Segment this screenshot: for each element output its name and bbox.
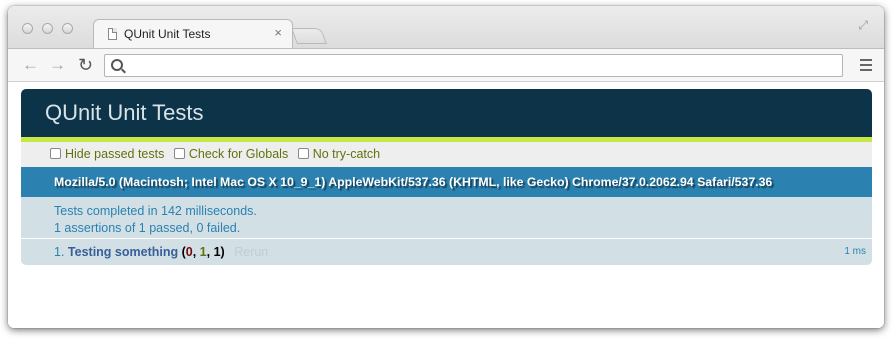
test-number: 1. [54, 245, 65, 259]
address-bar[interactable] [104, 54, 843, 77]
completion-time-text: Tests completed in 142 milliseconds. [54, 204, 257, 218]
no-try-catch-option[interactable]: No try-catch [297, 147, 380, 161]
hide-passed-option[interactable]: Hide passed tests [50, 147, 164, 161]
page-title[interactable]: QUnit Unit Tests [45, 100, 204, 125]
title-bar: QUnit Unit Tests × ⤢ [8, 6, 884, 49]
hide-passed-checkbox[interactable] [50, 148, 61, 159]
tab-title: QUnit Unit Tests [124, 27, 211, 41]
test-counts: (0, 1, 1) [181, 245, 225, 259]
browser-window: QUnit Unit Tests × ⤢ ← → ↻ QUnit Unit Te… [8, 6, 884, 328]
forward-arrow-icon[interactable]: → [49, 55, 66, 75]
test-runtime: 1 ms [844, 246, 866, 257]
failed-count: 0 [185, 245, 193, 259]
user-agent-banner: Mozilla/5.0 (Macintosh; Intel Mac OS X 1… [21, 167, 872, 197]
rerun-link[interactable]: Rerun [234, 245, 268, 259]
qunit-toolbar: Hide passed tests Check for Globals No t… [21, 142, 872, 167]
close-window-button[interactable] [22, 23, 33, 34]
page-content: QUnit Unit Tests Hide passed tests Check… [8, 82, 884, 328]
close-tab-icon[interactable]: × [274, 25, 282, 40]
back-arrow-icon[interactable]: ← [22, 55, 39, 75]
minimize-window-button[interactable] [42, 23, 53, 34]
check-globals-checkbox[interactable] [173, 148, 185, 159]
menu-icon[interactable] [860, 59, 872, 71]
reload-icon[interactable]: ↻ [78, 55, 93, 75]
passed-count: 1 [199, 245, 207, 259]
check-globals-option[interactable]: Check for Globals [173, 147, 288, 161]
hide-passed-label[interactable]: Hide passed tests [65, 147, 164, 161]
zoom-window-button[interactable] [62, 23, 73, 34]
fullscreen-icon[interactable]: ⤢ [858, 18, 868, 33]
test-name[interactable]: Testing something [68, 245, 178, 259]
qunit-container: QUnit Unit Tests Hide passed tests Check… [21, 89, 872, 265]
no-try-catch-checkbox[interactable] [297, 148, 309, 159]
qunit-header[interactable]: QUnit Unit Tests [21, 89, 872, 142]
new-tab-button[interactable] [291, 28, 327, 44]
no-try-catch-label[interactable]: No try-catch [313, 147, 380, 161]
test-row[interactable]: 1. Testing something (0, 1, 1) Rerun 1 m… [21, 239, 872, 265]
assertion-summary-text: 1 assertions of 1 passed, 0 failed. [54, 221, 241, 235]
total-count: 1 [213, 245, 221, 259]
check-globals-label[interactable]: Check for Globals [189, 147, 288, 161]
test-result-summary: Tests completed in 142 milliseconds. 1 a… [21, 197, 872, 239]
search-icon [111, 59, 123, 71]
page-icon [108, 28, 117, 40]
browser-tab[interactable]: QUnit Unit Tests × [93, 19, 293, 49]
browser-toolbar: ← → ↻ [8, 48, 884, 82]
